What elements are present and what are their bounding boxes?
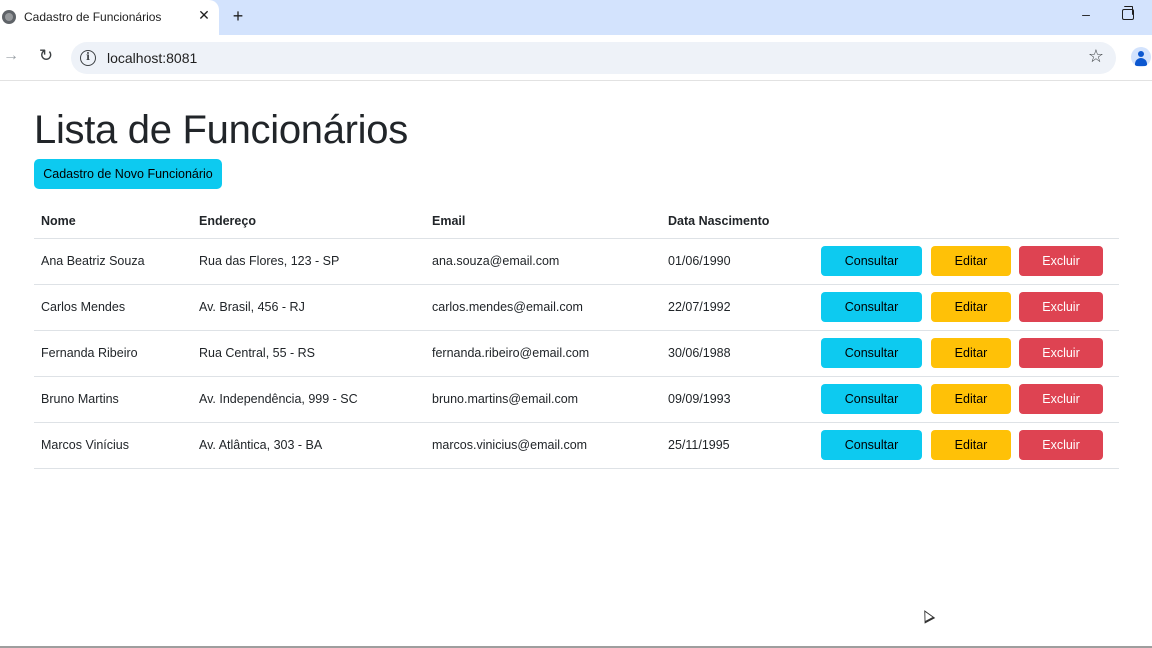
cell-nome: Marcos Vinícius [34,422,192,469]
table-row: Bruno Martins Av. Independência, 999 - S… [34,376,1119,423]
tab-strip: Cadastro de Funcionários ✕ + – [0,0,1152,35]
new-employee-button[interactable]: Cadastro de Novo Funcionário [34,159,222,189]
forward-icon[interactable]: → [2,47,20,67]
excluir-button[interactable]: Excluir [1019,430,1103,460]
page-content: Lista de Funcionários Cadastro de Novo F… [0,82,1152,648]
editar-button[interactable]: Editar [931,246,1011,276]
restore-icon[interactable] [1122,6,1134,20]
star-icon[interactable]: ☆ [1088,46,1104,67]
reload-icon[interactable]: ↻ [36,46,56,68]
cell-email: carlos.mendes@email.com [425,284,661,331]
cell-nome: Ana Beatriz Souza [34,238,192,285]
cell-endereco: Av. Independência, 999 - SC [192,376,425,423]
minimize-icon[interactable]: – [1077,6,1095,24]
excluir-button[interactable]: Excluir [1019,338,1103,368]
header-endereco: Endereço [192,204,425,239]
table-row: Fernanda Ribeiro Rua Central, 55 - RS fe… [34,330,1119,377]
cell-endereco: Rua das Flores, 123 - SP [192,238,425,285]
plus-icon[interactable]: + [229,6,247,26]
cell-data-nascimento: 01/06/1990 [661,238,821,285]
editar-button[interactable]: Editar [931,292,1011,322]
consultar-button[interactable]: Consultar [821,246,922,276]
url-text[interactable]: localhost:8081 [107,50,197,66]
cell-nome: Carlos Mendes [34,284,192,331]
address-bar[interactable]: i localhost:8081 ☆ [71,42,1116,74]
table-row: Ana Beatriz Souza Rua das Flores, 123 - … [34,238,1119,285]
row-actions: Consultar Editar Excluir [821,376,1119,423]
consultar-button[interactable]: Consultar [821,384,922,414]
editar-button[interactable]: Editar [931,430,1011,460]
cell-data-nascimento: 09/09/1993 [661,376,821,423]
cell-data-nascimento: 25/11/1995 [661,422,821,469]
tab-title: Cadastro de Funcionários [24,10,162,24]
close-icon[interactable]: ✕ [196,7,212,23]
table-row: Marcos Vinícius Av. Atlântica, 303 - BA … [34,422,1119,469]
row-actions: Consultar Editar Excluir [821,284,1119,331]
consultar-button[interactable]: Consultar [821,338,922,368]
consultar-button[interactable]: Consultar [821,292,922,322]
employee-table: Nome Endereço Email Data Nascimento Ana … [34,204,1119,469]
header-email: Email [425,204,661,239]
excluir-button[interactable]: Excluir [1019,246,1103,276]
editar-button[interactable]: Editar [931,384,1011,414]
page-title: Lista de Funcionários [34,108,408,152]
consultar-button[interactable]: Consultar [821,430,922,460]
profile-icon[interactable] [1131,47,1151,67]
cell-email: bruno.martins@email.com [425,376,661,423]
cell-email: marcos.vinicius@email.com [425,422,661,469]
cell-data-nascimento: 30/06/1988 [661,330,821,377]
cell-endereco: Av. Brasil, 456 - RJ [192,284,425,331]
excluir-button[interactable]: Excluir [1019,292,1103,322]
browser-toolbar: → ↻ i localhost:8081 ☆ [0,35,1152,81]
cell-nome: Fernanda Ribeiro [34,330,192,377]
globe-icon [2,10,16,24]
cell-email: fernanda.ribeiro@email.com [425,330,661,377]
excluir-button[interactable]: Excluir [1019,384,1103,414]
header-nome: Nome [34,204,192,239]
row-actions: Consultar Editar Excluir [821,330,1119,377]
row-actions: Consultar Editar Excluir [821,422,1119,469]
table-row: Carlos Mendes Av. Brasil, 456 - RJ carlo… [34,284,1119,331]
editar-button[interactable]: Editar [931,338,1011,368]
row-actions: Consultar Editar Excluir [821,238,1119,285]
header-data-nascimento: Data Nascimento [661,204,821,239]
cell-endereco: Av. Atlântica, 303 - BA [192,422,425,469]
table-header-row: Nome Endereço Email Data Nascimento [34,204,1119,239]
cell-nome: Bruno Martins [34,376,192,423]
browser-tab[interactable]: Cadastro de Funcionários ✕ [0,0,219,35]
info-icon[interactable]: i [80,50,96,66]
cell-data-nascimento: 22/07/1992 [661,284,821,331]
cell-email: ana.souza@email.com [425,238,661,285]
cell-endereco: Rua Central, 55 - RS [192,330,425,377]
header-actions [821,204,1119,239]
